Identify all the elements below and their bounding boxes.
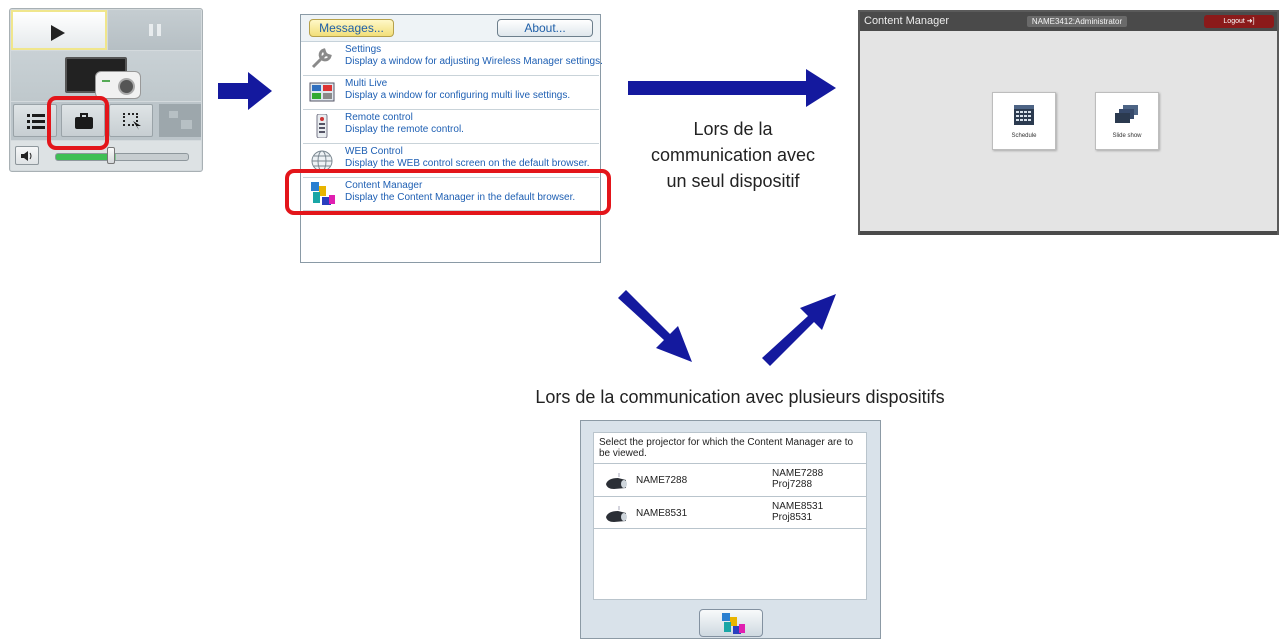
pause-icon — [149, 24, 153, 36]
multi-display-icon — [169, 111, 192, 129]
slide-show-tile[interactable]: Slide show — [1095, 92, 1159, 150]
menu-item-title: WEB Control — [345, 146, 403, 157]
projector-select-dialog: Select the projector for which the Conte… — [580, 420, 881, 639]
arrow-right-icon — [218, 72, 272, 110]
multi-live-icon — [309, 82, 335, 102]
arrow-right-icon — [628, 69, 836, 107]
projector-detail: NAME7288 — [772, 468, 824, 479]
mute-button[interactable] — [15, 146, 39, 165]
list-icon — [27, 113, 45, 129]
caption-line: un seul dispositif — [666, 171, 800, 191]
remote-control-icon — [316, 114, 328, 138]
speaker-icon — [21, 151, 32, 161]
content-manager-icon — [720, 613, 746, 635]
menu-item-multi-live[interactable]: Multi Live Display a window for configur… — [303, 76, 599, 110]
projector-detail: Proj7288 — [772, 479, 813, 490]
logout-button[interactable]: Logout ➜] — [1204, 15, 1274, 28]
menu-item-description: Display a window for adjusting Wireless … — [345, 56, 603, 67]
menu-item-remote-control[interactable]: Remote control Display the remote contro… — [303, 110, 599, 144]
volume-slider[interactable] — [55, 153, 189, 161]
content-manager-window: Content Manager NAME3412:Administrator L… — [858, 10, 1279, 235]
wrench-icon — [311, 48, 332, 69]
menu-item-title: Multi Live — [345, 78, 388, 89]
menu-item-title: Settings — [345, 44, 382, 55]
tile-label: Slide show — [1112, 133, 1142, 139]
projector-icon — [95, 71, 141, 99]
logout-label: Logout — [1223, 18, 1245, 25]
menu-item-settings[interactable]: Settings Display a window for adjusting … — [303, 42, 603, 76]
toolbox-highlight — [47, 96, 109, 150]
menu-item-title: Remote control — [345, 112, 413, 123]
projector-icon — [606, 506, 627, 522]
projector-detail: NAME8531 — [772, 501, 824, 512]
menu-top-bar: Messages... About... — [301, 15, 600, 42]
slides-icon — [1115, 105, 1138, 123]
projector-name: NAME8531 — [636, 508, 688, 519]
arrow-up-right-icon — [762, 294, 836, 366]
multi-display-button[interactable] — [159, 104, 201, 137]
about-button[interactable]: About... — [497, 19, 593, 37]
arrow-down-right-icon — [618, 290, 692, 362]
projector-row[interactable]: NAME8531 NAME8531 Proj8531 — [594, 496, 866, 529]
content-manager-highlight — [285, 169, 611, 215]
messages-button[interactable]: Messages... — [309, 19, 394, 37]
selection-button[interactable] — [109, 104, 153, 137]
caption-single-device: Lors de la communication avec un seul di… — [628, 116, 838, 194]
content-manager-header: Content Manager NAME3412:Administrator L… — [860, 12, 1277, 31]
calendar-icon — [1014, 105, 1034, 125]
menu-item-description: Display a window for configuring multi l… — [345, 90, 571, 101]
dialog-prompt: Select the projector for which the Conte… — [599, 437, 854, 459]
caption-line: Lors de la — [693, 119, 773, 139]
projector-illustration — [11, 51, 201, 101]
play-icon — [51, 25, 65, 41]
schedule-tile[interactable]: Schedule — [992, 92, 1056, 150]
projector-row[interactable]: NAME7288 NAME7288 Proj7288 — [594, 463, 866, 496]
tool-menu-window: Messages... About... Settings Display a … — [300, 14, 603, 263]
projector-detail: Proj8531 — [772, 512, 813, 523]
caption-line: communication avec — [650, 145, 816, 165]
menu-item-description: Display the WEB control screen on the de… — [345, 158, 590, 169]
volume-slider-thumb[interactable] — [107, 147, 115, 164]
selection-icon — [123, 113, 141, 130]
projector-icon — [606, 473, 627, 489]
caption-multiple-devices: Lors de la communication avec plusieurs … — [535, 387, 945, 407]
play-button[interactable] — [11, 10, 107, 50]
open-content-manager-button[interactable] — [699, 609, 763, 637]
logout-icon: ➜] — [1246, 18, 1255, 25]
projector-list: Select the projector for which the Conte… — [593, 432, 867, 600]
projector-name: NAME7288 — [636, 475, 688, 486]
menu-item-description: Display the remote control. — [345, 124, 464, 135]
content-manager-title: Content Manager — [864, 15, 949, 27]
pause-button[interactable] — [108, 10, 201, 50]
tile-label: Schedule — [1011, 133, 1037, 139]
user-label: NAME3412:Administrator — [1027, 16, 1127, 27]
